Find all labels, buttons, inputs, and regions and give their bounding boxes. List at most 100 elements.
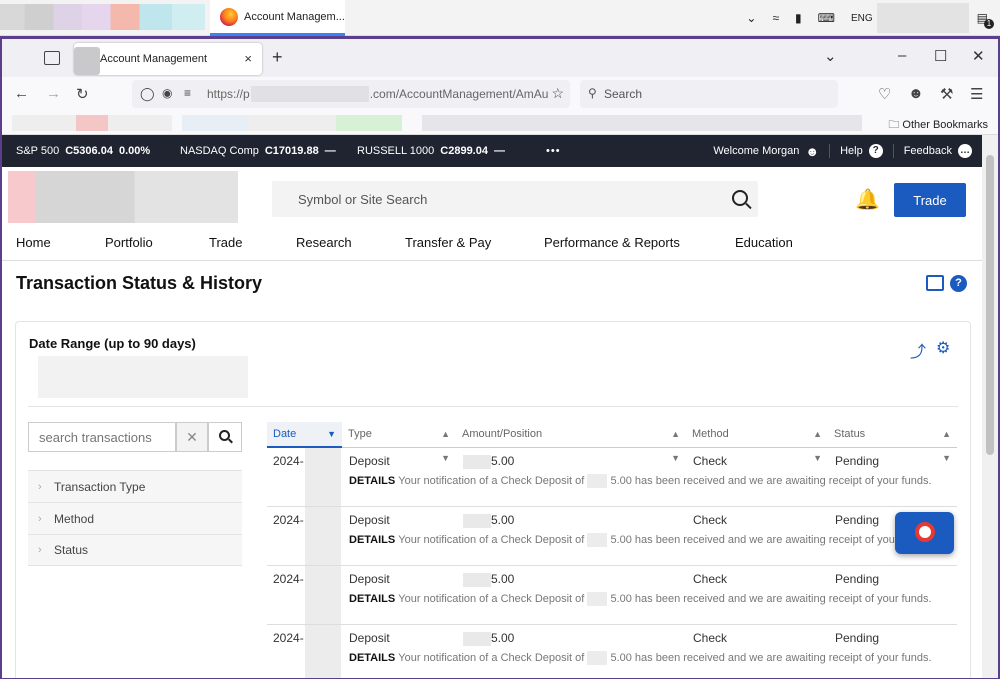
cell-amount: 5.00 bbox=[463, 454, 514, 469]
new-tab-button[interactable]: + bbox=[272, 47, 283, 68]
cell-method: Check bbox=[693, 631, 728, 645]
cell-amount: 5.00 bbox=[463, 513, 514, 528]
maximize-icon[interactable]: ☐ bbox=[934, 47, 947, 65]
chevron-up-icon[interactable]: ⌄ bbox=[746, 11, 756, 25]
row-details: DETAILS Your notification of a Check Depo… bbox=[349, 474, 932, 489]
table-row[interactable]: 2024- Deposit 5.00 Check Pending DETAILS… bbox=[267, 625, 957, 678]
cell-method: Check bbox=[693, 454, 728, 468]
site-search-input[interactable]: Symbol or Site Search bbox=[272, 181, 758, 217]
pocket-icon[interactable]: ♡ bbox=[878, 85, 891, 103]
help-link[interactable]: Help? bbox=[829, 144, 893, 158]
nav-home[interactable]: Home bbox=[16, 235, 51, 250]
column-header-date[interactable]: Date ▼ bbox=[267, 422, 342, 448]
details-redacted bbox=[587, 474, 608, 489]
search-icon bbox=[219, 430, 230, 441]
notification-icon[interactable]: ▤ 1 bbox=[977, 11, 994, 29]
bookmark-blurred bbox=[12, 115, 172, 131]
ticker-more-icon[interactable]: ••• bbox=[546, 145, 561, 157]
account-icon[interactable]: ☻ bbox=[908, 85, 924, 102]
site-logo[interactable] bbox=[8, 171, 238, 223]
window-close-icon[interactable]: ✕ bbox=[972, 47, 985, 65]
column-header-type[interactable]: Type ▲ ▼ bbox=[342, 422, 456, 463]
date-redacted bbox=[305, 625, 341, 678]
url-suffix: .com/AccountManagement/AmAu bbox=[369, 87, 549, 101]
feedback-link[interactable]: Feedback… bbox=[892, 144, 982, 158]
date-redacted bbox=[305, 448, 341, 506]
language-indicator[interactable]: ENG bbox=[851, 13, 873, 24]
filter-method[interactable]: › Method bbox=[28, 502, 242, 534]
keyboard-icon[interactable]: ⌨ bbox=[818, 11, 835, 25]
ticker-sp500[interactable]: S&P 500 C5306.04 0.00% bbox=[16, 145, 150, 157]
search-icon: ⚲ bbox=[588, 86, 597, 100]
welcome-user[interactable]: Welcome Morgan ☻ bbox=[703, 144, 829, 159]
bookmarks-toolbar: 🗀 Other Bookmarks bbox=[2, 111, 998, 135]
minimize-icon[interactable]: – bbox=[898, 47, 906, 64]
column-header-status[interactable]: Status ▲ ▼ bbox=[828, 422, 957, 463]
tab-close-icon[interactable]: × bbox=[244, 51, 252, 66]
nav-education[interactable]: Education bbox=[735, 235, 793, 250]
browser-window: Account Management × + ⌄ – ☐ ✕ ← → ↻ ◯ ◉… bbox=[0, 36, 1000, 679]
back-icon[interactable]: ← bbox=[14, 85, 29, 102]
menu-icon[interactable]: ☰ bbox=[970, 85, 983, 103]
wifi-icon[interactable]: ≈ bbox=[772, 11, 779, 25]
help-icon[interactable]: ? bbox=[950, 275, 967, 292]
url-bar[interactable]: ◯ ◉ ≡ https://p .com/AccountManagement/A… bbox=[132, 80, 570, 108]
table-row[interactable]: 2024- Deposit 5.00 Check Pending DETAILS… bbox=[267, 566, 957, 625]
ticker-nasdaq[interactable]: NASDAQ Comp C17019.88— bbox=[180, 145, 336, 157]
date-range-selector[interactable] bbox=[38, 356, 248, 398]
page-scrollbar[interactable] bbox=[982, 135, 998, 678]
search-button[interactable] bbox=[208, 422, 242, 452]
amount-redacted bbox=[463, 631, 491, 646]
lock-icon[interactable]: ◉ bbox=[162, 86, 172, 100]
search-transactions-input[interactable] bbox=[28, 422, 176, 452]
column-header-amount[interactable]: Amount/Position ▲ ▼ bbox=[456, 422, 686, 463]
cell-status: Pending bbox=[835, 572, 880, 586]
row-details: DETAILS Your notification of a Check Depo… bbox=[349, 651, 932, 666]
nav-research[interactable]: Research bbox=[296, 235, 352, 250]
battery-icon[interactable]: ▮ bbox=[795, 11, 802, 25]
nav-trade[interactable]: Trade bbox=[209, 235, 242, 250]
print-icon[interactable] bbox=[926, 275, 944, 291]
gear-icon[interactable]: ⚙ bbox=[936, 338, 950, 358]
chevron-right-icon: › bbox=[38, 512, 42, 525]
browser-search-placeholder: Search bbox=[604, 87, 643, 101]
shield-icon[interactable]: ◯ bbox=[140, 86, 155, 102]
export-icon[interactable]: ⤴ bbox=[910, 338, 926, 362]
bell-icon[interactable]: 🔔 bbox=[855, 187, 880, 212]
nav-portfolio[interactable]: Portfolio bbox=[105, 235, 153, 250]
browser-tab-active[interactable]: Account Management × bbox=[74, 43, 262, 75]
other-bookmarks[interactable]: 🗀 Other Bookmarks bbox=[888, 116, 988, 135]
search-icon[interactable] bbox=[732, 190, 748, 206]
nav-performance-reports[interactable]: Performance & Reports bbox=[544, 235, 680, 250]
taskbar-firefox-tab[interactable]: Account Managem... bbox=[210, 0, 345, 36]
column-header-method[interactable]: Method ▲ ▼ bbox=[686, 422, 828, 463]
filter-status[interactable]: › Status bbox=[28, 534, 242, 566]
page-content: S&P 500 C5306.04 0.00% NASDAQ Comp C17019.8… bbox=[2, 135, 982, 678]
list-all-tabs-icon[interactable]: ⌄ bbox=[824, 47, 837, 65]
filter-transaction-type[interactable]: › Transaction Type bbox=[28, 470, 242, 502]
row-details: DETAILS Your notification of a Check Depo… bbox=[349, 592, 932, 607]
browser-tab-title: Account Management bbox=[100, 53, 208, 65]
cell-date: 2024- bbox=[273, 513, 304, 527]
scroll-thumb[interactable] bbox=[986, 155, 994, 455]
permissions-icon[interactable]: ≡ bbox=[184, 86, 191, 100]
page-title: Transaction Status & History bbox=[16, 273, 263, 293]
browser-search-bar[interactable]: ⚲ Search bbox=[580, 80, 838, 108]
tab-favicon bbox=[74, 47, 100, 75]
reload-icon[interactable]: ↻ bbox=[76, 85, 89, 103]
sort-desc-icon: ▼ bbox=[327, 429, 336, 439]
chat-button[interactable] bbox=[895, 512, 954, 554]
extensions-icon[interactable]: ⚒ bbox=[940, 85, 953, 103]
clear-search-button[interactable]: ✕ bbox=[176, 422, 208, 452]
nav-transfer-pay[interactable]: Transfer & Pay bbox=[405, 235, 491, 250]
star-icon[interactable]: ☆ bbox=[551, 85, 564, 102]
table-row[interactable]: 2024- Deposit 5.00 Check Pending DETAILS… bbox=[267, 448, 957, 507]
ticker-russell[interactable]: RUSSELL 1000 C2899.04— bbox=[357, 145, 505, 157]
cell-type: Deposit bbox=[349, 572, 390, 586]
table-row[interactable]: 2024- Deposit 5.00 Check Pending DETAILS… bbox=[267, 507, 957, 566]
details-redacted bbox=[587, 592, 608, 607]
forward-icon[interactable]: → bbox=[46, 85, 61, 102]
trade-button[interactable]: Trade bbox=[894, 183, 966, 217]
tab-list-icon[interactable] bbox=[44, 51, 60, 65]
user-icon: ☻ bbox=[805, 143, 820, 159]
